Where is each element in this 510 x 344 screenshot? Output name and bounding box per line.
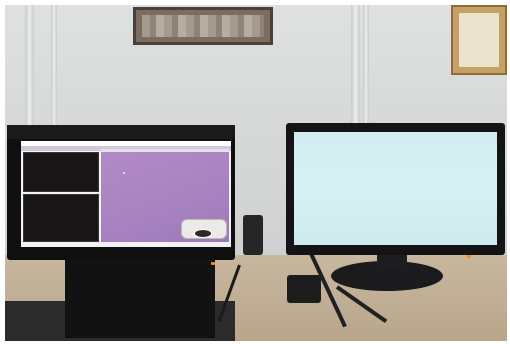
small-device: [287, 275, 321, 303]
framed-picture-content: [142, 15, 264, 37]
wall-pipe: [363, 5, 369, 135]
wall-pipe: [351, 5, 360, 135]
right-monitor-screen: [294, 132, 497, 245]
video-pane-top: [23, 152, 99, 192]
left-monitor-power-led: [211, 262, 215, 265]
cursor-dot: [123, 172, 125, 174]
right-monitor: [286, 123, 505, 255]
framed-picture: [133, 7, 273, 45]
wall-pipe: [51, 5, 57, 135]
right-monitor-power-led: [467, 255, 471, 258]
certificate-paper: [459, 13, 499, 67]
speaker: [243, 215, 263, 255]
right-monitor-stand-neck: [377, 255, 407, 269]
framed-certificate: [451, 5, 507, 75]
wall-pipe: [25, 5, 34, 135]
left-monitor-screen: [21, 141, 231, 247]
photo-frame: [5, 5, 507, 341]
popup-dialog: [181, 219, 227, 239]
left-monitor: [7, 125, 235, 260]
popup-button: [194, 229, 212, 238]
left-monitor-bezel: [7, 125, 235, 139]
left-monitor-stand: [65, 260, 215, 338]
video-pane-bottom: [23, 194, 99, 242]
